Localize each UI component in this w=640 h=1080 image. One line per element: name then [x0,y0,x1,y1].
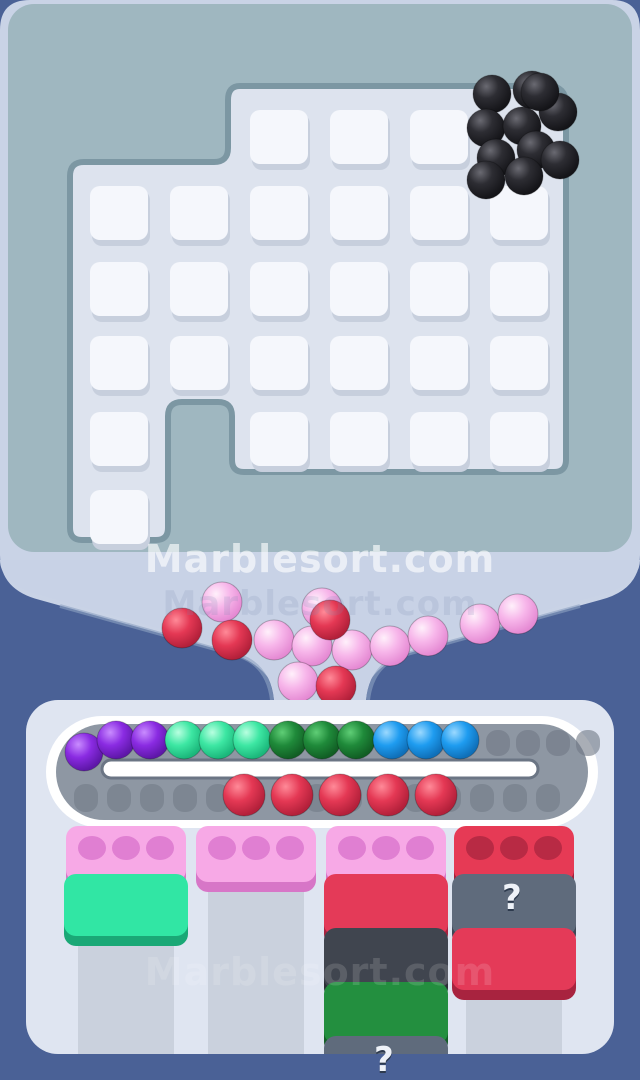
cup-slot [406,836,434,860]
cup-slot [242,836,270,860]
mint-marble [164,720,204,760]
cup-slot [500,836,528,860]
green-marble [302,720,342,760]
cup-slot [276,836,304,860]
column-1[interactable] [64,826,188,1054]
board-tile [330,262,388,316]
hidden-block-label: ? [502,878,522,918]
black-marble [520,72,560,112]
conveyor-slot [516,730,540,756]
black-marble [472,74,512,114]
board-tile [410,186,468,240]
cup-slot [534,836,562,860]
board-tile [90,336,148,390]
board-tile [330,336,388,390]
purple-marble [130,720,170,760]
board-tile [170,186,228,240]
board-tile [170,262,228,316]
conveyor-divider [100,758,540,780]
column-4[interactable] [452,826,576,1054]
red-marble [366,773,410,817]
board-tile [90,186,148,240]
black-marble [540,140,580,180]
conveyor-slot [173,784,197,812]
watermark-ghost: Marblesort.com [162,584,478,624]
conveyor-slot [486,730,510,756]
board-tile [90,490,148,544]
conveyor-slot [470,784,494,812]
watermark-main: Marblesort.com [144,537,496,581]
conveyor-slot [107,784,131,812]
conveyor-slot [546,730,570,756]
black-marble [466,160,506,200]
board-tile [410,336,468,390]
board-tile [250,110,308,164]
board-tile [250,412,308,466]
board-tile [90,262,148,316]
game-scene [0,0,640,1054]
board-tile [410,262,468,316]
board-tile [490,336,548,390]
board-tile [490,412,548,466]
purple-marble [96,720,136,760]
mint-block[interactable] [64,874,188,936]
green-marble [336,720,376,760]
conveyor-slot [536,784,560,812]
board-tile [410,412,468,466]
red-marble [270,773,314,817]
board-tile [90,412,148,466]
black-marble [504,156,544,196]
pink-marble [369,625,411,667]
watermark-low: Marblesort.com [144,950,496,994]
conveyor-slot [576,730,600,756]
cup-slot [208,836,236,860]
conveyor-slot [503,784,527,812]
mint-marble [232,720,272,760]
board-tile [410,110,468,164]
board-tile [250,262,308,316]
cup-slot [338,836,366,860]
cup-slot [146,836,174,860]
board-tile [170,336,228,390]
cup-slot [78,836,106,860]
board-tile [330,412,388,466]
column-2[interactable] [196,826,316,1054]
pink-marble [253,619,295,661]
blue-marble [406,720,446,760]
board-tile [330,186,388,240]
cup-slot [466,836,494,860]
red-marble [211,619,253,661]
mint-marble [198,720,238,760]
red-marble [222,773,266,817]
blue-marble [372,720,412,760]
conveyor-slot [140,784,164,812]
board-tile [490,262,548,316]
cup-slot [372,836,400,860]
hidden-block-label: ? [374,1040,394,1080]
red-block[interactable] [324,874,448,936]
cup-slot [112,836,140,860]
red-marble [318,773,362,817]
blue-marble [440,720,480,760]
green-marble [268,720,308,760]
conveyor-slot [74,784,98,812]
board-tile [330,110,388,164]
red-marble [414,773,458,817]
board-tile [250,336,308,390]
board-tile [250,186,308,240]
column-3[interactable] [324,826,448,1054]
pink-marble [277,661,319,703]
